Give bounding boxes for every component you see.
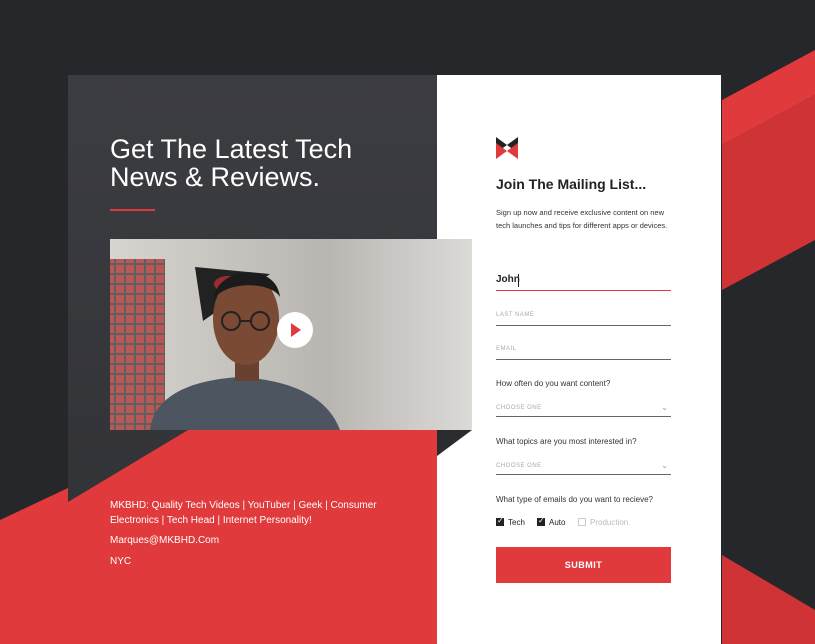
headline-accent-line [110,209,155,211]
checkbox-box-unchecked [578,518,586,526]
topics-question: What topics are you most interested in? [496,437,637,446]
first-name-field[interactable]: John [496,274,671,291]
first-name-value: John [496,274,520,285]
panel-accent-triangle [437,430,472,456]
frequency-selected: CHOOSE ONE [496,405,542,411]
chevron-down-icon: ⌄ [661,461,668,470]
bio-location: NYC [110,556,132,567]
form-title: Join The Mailing List... [496,176,647,192]
video-thumbnail[interactable] [110,239,472,430]
topics-selected: CHOOSE ONE [496,463,542,469]
hero-headline: Get The Latest Tech News & Reviews. [110,134,353,192]
email-types-question: What type of emails do you want to recie… [496,495,653,504]
last-name-field[interactable]: LAST NAME [496,309,671,326]
last-name-placeholder: LAST NAME [496,312,535,318]
topics-select[interactable]: CHOOSE ONE ⌄ [496,461,671,475]
checkbox-label-auto: Auto [549,518,566,527]
bio-description: MKBHD: Quality Tech Videos | YouTuber | … [110,500,377,526]
signup-form-panel: Join The Mailing List... Sign up now and… [437,75,721,644]
bio-email: Marques@MKBHD.Com [110,535,220,546]
text-cursor [518,274,519,287]
form-intro: Sign up now and receive exclusive conten… [496,208,668,230]
check-icon: ✓ [497,516,504,525]
email-placeholder: EMAIL [496,346,517,352]
frequency-question: How often do you want content? [496,379,611,388]
chevron-down-icon: ⌄ [661,403,668,412]
play-icon[interactable] [277,312,313,348]
mkbhd-logo-icon [496,137,518,159]
frequency-select[interactable]: CHOOSE ONE ⌄ [496,403,671,417]
email-field[interactable]: EMAIL [496,343,671,360]
checkbox-box-checked: ✓ [537,516,545,526]
submit-button[interactable]: SUBMIT [496,547,671,583]
checkbox-label-tech: Tech [508,518,525,527]
check-icon: ✓ [538,516,545,525]
checkbox-label-production: Production [590,518,629,527]
checkbox-box-checked: ✓ [496,516,504,526]
